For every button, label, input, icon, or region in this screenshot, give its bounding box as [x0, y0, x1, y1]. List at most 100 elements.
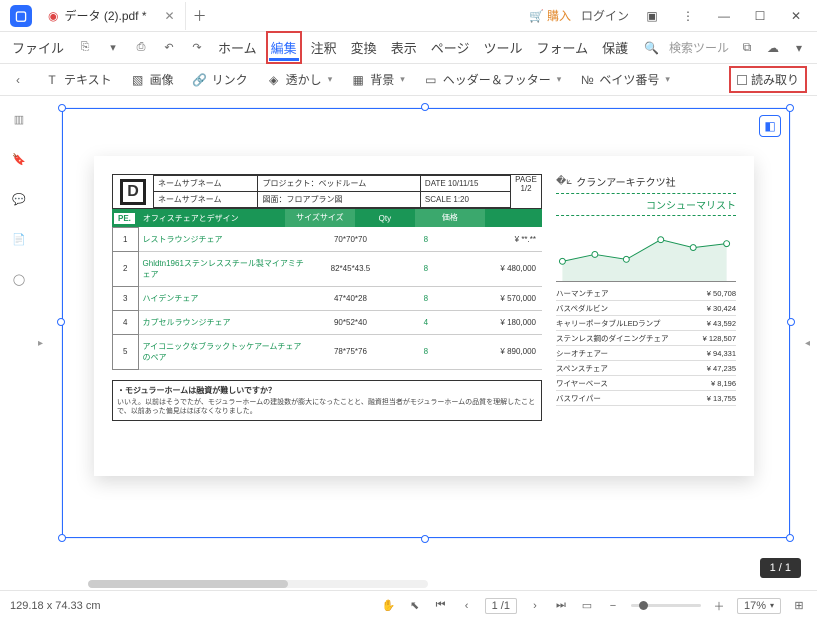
new-tab-button[interactable]: ＋ [186, 2, 214, 30]
notification-icon[interactable]: ▣ [639, 3, 665, 29]
cursor-coords: 129.18 x 74.33 cm [10, 600, 101, 612]
first-page-icon[interactable]: ⏮ [433, 598, 449, 614]
hand-tool-icon[interactable]: ✋ [381, 598, 397, 614]
list-item: ステンレス鋼のダイニングチェア¥ 128,507 [556, 331, 736, 346]
zoom-value[interactable]: 17%▾ [737, 598, 781, 614]
document-page: D ネームサブネームプロジェクト：ベッドルームDATE 10/11/15 ネーム… [94, 156, 754, 476]
left-collapse-handle[interactable]: ▸ [38, 323, 50, 363]
misc-icon[interactable]: ▾ [791, 40, 807, 56]
tool-background[interactable]: ▦背景 [350, 71, 405, 88]
company-name: �⟀クランアーキテクツ社 [556, 174, 736, 189]
menu-convert[interactable]: 変換 [349, 34, 379, 61]
more-menu-icon[interactable]: ⋮ [675, 3, 701, 29]
background-icon: ▦ [350, 72, 366, 88]
side-chart [556, 222, 736, 282]
thumbnails-icon[interactable]: ▥ [10, 110, 28, 128]
menu-home[interactable]: ホーム [216, 34, 259, 61]
select-tool-icon[interactable]: ⬉ [407, 598, 423, 614]
resize-handle[interactable] [787, 318, 795, 326]
checkbox-icon [737, 75, 747, 85]
table-row: 2Ghldtn1961ステンレススチール製マイアミチェア82*45*43.58¥… [113, 251, 543, 286]
cart-icon: 🛒 [529, 9, 544, 23]
tool-bates[interactable]: №ベイツ番号 [579, 71, 670, 88]
buy-link[interactable]: 🛒購入 [529, 7, 571, 24]
tool-watermark[interactable]: ◈透かし [266, 71, 333, 88]
zoom-slider[interactable] [631, 604, 701, 607]
open-new-icon[interactable]: ⧉ [739, 40, 755, 56]
bookmark-icon[interactable]: 🔖 [10, 150, 28, 168]
list-item: スペンスチェア¥ 47,235 [556, 361, 736, 376]
menu-page[interactable]: ページ [429, 34, 472, 61]
watermark-icon: ◈ [266, 72, 282, 88]
redo-icon[interactable]: ↷ [188, 39, 206, 57]
close-window-button[interactable]: ✕ [783, 3, 809, 29]
qa-box: ・モジュラーホームは融資が難しいですか？ いいえ。以前はそうでたが、モジュラーホ… [112, 380, 542, 421]
minimize-button[interactable]: — [711, 3, 737, 29]
menu-bar: ファイル ⎘ ▾ ⎙ ↶ ↷ ホーム 編集 注釈 変換 表示 ページ ツール フ… [0, 32, 817, 64]
fit-icon[interactable]: ⊞ [791, 598, 807, 614]
tab-title: データ (2).pdf * [64, 7, 146, 24]
search-icon: 🔍 [644, 41, 659, 55]
list-item: ハーマンチェア¥ 50,708 [556, 286, 736, 301]
right-collapse-handle[interactable]: ◂ [805, 323, 817, 363]
resize-handle[interactable] [58, 534, 66, 542]
tool-image[interactable]: ▧画像 [130, 71, 174, 88]
comment-icon[interactable]: 💬 [10, 190, 28, 208]
resize-handle[interactable] [421, 535, 429, 543]
layout-icon[interactable]: ▭ [579, 598, 595, 614]
horizontal-scrollbar[interactable] [88, 580, 428, 588]
menu-view[interactable]: 表示 [389, 34, 419, 61]
resize-handle[interactable] [57, 318, 65, 326]
save-icon[interactable]: ▾ [104, 39, 122, 57]
tool-text[interactable]: Tテキスト [44, 71, 112, 88]
last-page-icon[interactable]: ⏭ [553, 598, 569, 614]
link-icon: 🔗 [192, 72, 208, 88]
resize-handle[interactable] [58, 104, 66, 112]
next-page-icon[interactable]: › [527, 598, 543, 614]
zoom-in-icon[interactable]: ＋ [711, 598, 727, 614]
status-bar: 129.18 x 74.33 cm ✋ ⬉ ⏮ ‹ 1 /1 › ⏭ ▭ − ＋… [0, 590, 817, 620]
menu-annotate[interactable]: 注釈 [309, 34, 339, 61]
resize-handle[interactable] [786, 534, 794, 542]
window-titlebar: ▢ ◉ データ (2).pdf * ✕ ＋ 🛒購入 ログイン ▣ ⋮ — ☐ ✕ [0, 0, 817, 32]
list-item: キャリーポータブルLEDランプ¥ 43,592 [556, 316, 736, 331]
zoom-out-icon[interactable]: − [605, 598, 621, 614]
architect-icon: �⟀ [556, 176, 572, 187]
document-tab[interactable]: ◉ データ (2).pdf * ✕ [38, 2, 186, 30]
menu-tool[interactable]: ツール [481, 34, 524, 61]
page-badge: 1 / 1 [760, 558, 801, 578]
tool-header-footer[interactable]: ▭ヘッダー＆フッター [423, 71, 562, 88]
undo-icon[interactable]: ↶ [160, 39, 178, 57]
chevron-left-icon[interactable]: ‹ [10, 72, 26, 88]
menu-file[interactable]: ファイル [10, 34, 66, 61]
search-placeholder[interactable]: 検索ツール [669, 39, 729, 56]
prev-page-icon[interactable]: ‹ [459, 598, 475, 614]
menu-form[interactable]: フォーム [534, 34, 590, 61]
list-item: ワイヤーベース¥ 8,196 [556, 376, 736, 391]
search-panel-icon[interactable]: ◯ [10, 270, 28, 288]
resize-handle[interactable] [421, 103, 429, 111]
page-input[interactable]: 1 /1 [485, 598, 517, 614]
table-row: 1レストラウンジチェア70*70*708¥ **.** [113, 228, 543, 252]
cloud-icon[interactable]: ☁ [765, 40, 781, 56]
resize-handle[interactable] [786, 104, 794, 112]
open-icon[interactable]: ⎘ [76, 39, 94, 57]
side-price-table: ハーマンチェア¥ 50,708バスペダルビン¥ 30,424キャリーポータブルL… [556, 286, 736, 406]
menu-edit[interactable]: 編集 [269, 34, 299, 61]
selection-action-icon[interactable]: ◧ [759, 115, 781, 137]
maximize-button[interactable]: ☐ [747, 3, 773, 29]
canvas-wrap: ▸ ◂ ◧ D ネームサブネームプロジェクト：ベッドルームDATE 10/11/… [38, 96, 817, 590]
attachment-icon[interactable]: 📄 [10, 230, 28, 248]
main-area: ▥ 🔖 💬 📄 ◯ ▸ ◂ ◧ D ネーム [0, 96, 817, 590]
left-rail: ▥ 🔖 💬 📄 ◯ [0, 96, 38, 590]
list-item: バスワイパー¥ 13,755 [556, 391, 736, 406]
header-footer-icon: ▭ [423, 72, 439, 88]
tool-link[interactable]: 🔗リンク [192, 71, 248, 88]
login-link[interactable]: ログイン [581, 7, 629, 24]
print-icon[interactable]: ⎙ [132, 39, 150, 57]
table-row: 3ハイデンチェア47*40*288¥ 570,000 [113, 286, 543, 310]
read-mode-toggle[interactable]: 読み取り [729, 66, 807, 93]
close-tab-icon[interactable]: ✕ [165, 9, 175, 23]
menu-protect[interactable]: 保護 [600, 34, 630, 61]
text-icon: T [44, 72, 60, 88]
